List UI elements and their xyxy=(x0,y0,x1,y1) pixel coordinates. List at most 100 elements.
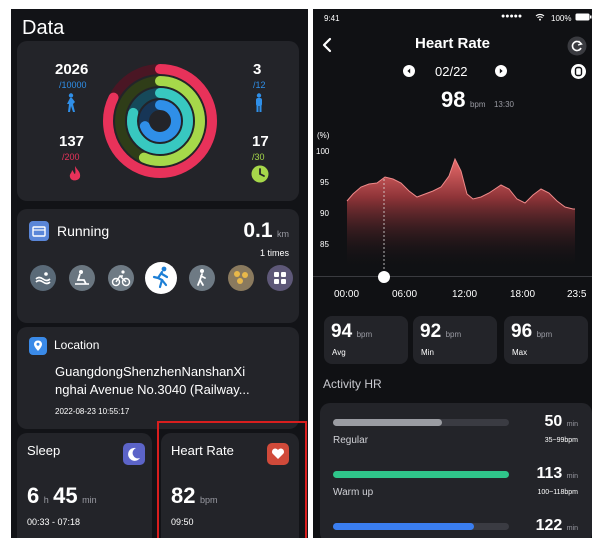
x-tick-2: 12:00 xyxy=(452,289,478,300)
steps-goal: /10000 xyxy=(59,80,87,90)
calories-value: 137 xyxy=(59,133,85,150)
current-heart-rate-unit: bpm xyxy=(469,100,486,109)
battery-icon xyxy=(575,13,592,21)
running-distance-unit: km xyxy=(277,229,289,239)
hiking-icon xyxy=(234,271,248,284)
heart-rate-area xyxy=(347,159,575,269)
next-day-icon[interactable] xyxy=(495,65,507,77)
refresh-icon[interactable] xyxy=(567,36,587,56)
running-label: Running xyxy=(57,223,110,239)
min-value: 92 xyxy=(420,321,442,342)
sport-icon-walking[interactable] xyxy=(189,265,215,291)
min-unit: bpm xyxy=(445,330,462,339)
chart-cursor-handle[interactable] xyxy=(378,271,390,283)
flame-icon xyxy=(69,166,81,181)
standing-value: 3 xyxy=(253,61,262,78)
zone-regular-unit: min xyxy=(566,421,578,428)
walking-person-icon xyxy=(67,93,75,112)
activity-rings-card[interactable]: 2026 /10000 3 /12 137 /200 17 /30 xyxy=(17,41,299,201)
date-label: 02/22 xyxy=(435,64,468,79)
sleep-range: 00:33 - 07:18 xyxy=(27,517,81,527)
activity-hr-card: Regular 50 min 35~99bpm Warm up 113 min … xyxy=(320,403,592,538)
sleep-minutes: 45 xyxy=(53,483,78,508)
heart-rate-area-chart xyxy=(346,157,575,279)
location-address-line2: nghai Avenue No.3040 (Railway... xyxy=(55,382,250,397)
current-heart-rate: 98 bpm 13:30 xyxy=(441,87,514,113)
running-distance-value: 0.1 xyxy=(243,219,273,242)
running-distance: 0.1 km xyxy=(243,219,289,243)
avg-stat-card: 94 bpm Avg xyxy=(324,316,408,364)
x-tick-0: 00:00 xyxy=(334,289,360,300)
measure-toggle-icon[interactable] xyxy=(571,64,586,79)
page-title: Data xyxy=(22,17,65,39)
location-timestamp: 2022-08-23 10:55:17 xyxy=(55,407,130,416)
sleep-hours: 6 xyxy=(27,483,40,508)
zone-third-unit: min xyxy=(566,525,578,532)
zone-warm-up-range: 100~118bpm xyxy=(537,489,578,496)
activity-rings-graphic xyxy=(103,64,217,178)
zone-regular-bar xyxy=(333,419,442,426)
standing-goal: /12 xyxy=(253,80,266,90)
swim-icon xyxy=(35,272,51,285)
activity-hr-title: Activity HR xyxy=(323,377,382,391)
current-heart-rate-time: 13:30 xyxy=(493,100,514,109)
sleep-card[interactable]: Sleep 6 h 45 min 00:33 - 07:18 xyxy=(17,433,152,538)
avg-label: Avg xyxy=(332,348,346,357)
min-stat-card: 92 bpm Min xyxy=(413,316,497,364)
location-pin-icon xyxy=(29,337,47,355)
rowing-icon xyxy=(75,270,89,285)
screen-title: Heart Rate xyxy=(414,35,491,52)
cycling-icon xyxy=(111,270,131,287)
steps-value: 2026 xyxy=(55,61,89,78)
location-label: Location xyxy=(54,338,100,352)
calories-goal: /200 xyxy=(62,152,80,162)
previous-day-icon[interactable] xyxy=(403,65,415,77)
running-icon xyxy=(152,266,169,289)
zone-warm-up-unit: min xyxy=(566,473,578,480)
sport-icon-swim[interactable] xyxy=(30,265,56,291)
running-times: 1 times xyxy=(259,248,289,258)
zone-third-minutes: 122 xyxy=(535,517,563,534)
zone-warm-up-bar xyxy=(333,471,509,478)
zone-warm-up-minutes: 113 xyxy=(536,465,563,482)
sport-icon-rowing[interactable] xyxy=(69,265,95,291)
sport-icon-hiking[interactable] xyxy=(228,265,254,291)
clock-icon xyxy=(251,165,269,183)
x-tick-1: 06:00 xyxy=(392,289,418,300)
x-tick-4: 23:5 xyxy=(567,289,587,300)
sport-icon-cycling[interactable] xyxy=(108,265,134,291)
max-label: Max xyxy=(512,348,528,357)
sleep-label: Sleep xyxy=(27,443,61,458)
status-battery-percent: 100% xyxy=(551,14,572,23)
zone-regular-name: Regular xyxy=(333,435,369,446)
location-address-line1: GuangdongShenzhenNanshanXi xyxy=(55,364,246,379)
wifi-icon xyxy=(535,13,545,21)
sleep-minutes-unit: min xyxy=(82,495,97,505)
more-icon xyxy=(274,272,286,284)
exercise-goal: /30 xyxy=(252,152,265,162)
min-label: Min xyxy=(421,348,434,357)
heart-rate-screen: 9:41 ●●●●● 100% Heart Rate 02/22 98 bpm … xyxy=(313,9,592,538)
exercise-value: 17 xyxy=(252,133,269,150)
standing-person-icon xyxy=(256,93,262,112)
current-heart-rate-value: 98 xyxy=(441,87,466,112)
sleep-duration: 6 h 45 min xyxy=(27,483,97,509)
heart-rate-highlight-box xyxy=(157,421,307,538)
walking-icon xyxy=(197,269,206,286)
status-signal: ●●●●● xyxy=(501,13,523,20)
sport-icon-more[interactable] xyxy=(267,265,293,291)
chart-baseline xyxy=(313,276,592,277)
zone-regular-minutes: 50 xyxy=(544,413,563,430)
zone-warm-up-name: Warm up xyxy=(333,487,374,498)
max-value: 96 xyxy=(511,321,533,342)
running-card[interactable]: Running 0.1 km 1 times xyxy=(17,209,299,323)
calendar-icon xyxy=(29,221,49,241)
x-tick-3: 18:00 xyxy=(510,289,536,300)
location-card[interactable]: Location GuangdongShenzhenNanshanXi ngha… xyxy=(17,327,299,429)
status-time: 9:41 xyxy=(324,14,340,23)
zone-third-bar xyxy=(333,523,474,530)
moon-icon xyxy=(123,443,145,465)
max-stat-card: 96 bpm Max xyxy=(504,316,588,364)
sport-icon-running[interactable] xyxy=(145,262,177,294)
sleep-hours-unit: h xyxy=(43,495,49,505)
